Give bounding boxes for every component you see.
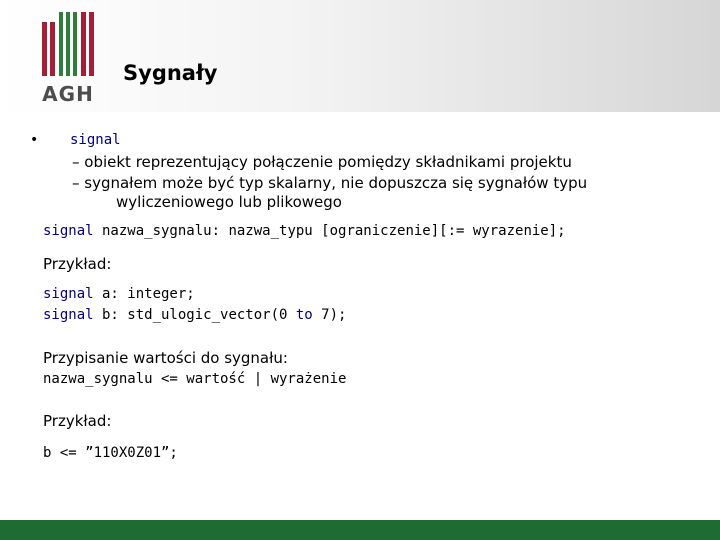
keyword: signal: [43, 307, 94, 323]
keyword: to: [295, 307, 313, 323]
logo-bar: [66, 12, 70, 76]
bullet-subitem: – obiekt reprezentujący połączenie pomię…: [72, 153, 572, 171]
bullet-label: signal: [70, 132, 121, 148]
assignment-syntax: nazwa_sygnalu <= wartość | wyrażenie: [43, 371, 347, 387]
keyword: signal: [43, 223, 94, 239]
example-heading: Przykład:: [43, 255, 112, 273]
code-line: signal a: integer;: [43, 286, 195, 302]
keyword: signal: [43, 286, 94, 302]
syntax-rest: nazwa_sygnalu: nazwa_typu [ograniczenie]…: [93, 223, 566, 239]
footer-bar: [0, 520, 720, 540]
signal-syntax: signal nazwa_sygnalu: nazwa_typu [ograni…: [43, 223, 566, 239]
slide-title: Sygnały: [123, 61, 218, 85]
logo-text: AGH: [42, 82, 94, 106]
header-band: [0, 0, 720, 112]
logo-bar: [73, 12, 77, 76]
logo-bar: [81, 12, 86, 76]
code-rest: a: integer;: [93, 286, 195, 302]
code-rest: 7);: [312, 307, 347, 323]
bullet-subitem: wyliczeniowego lub plikowego: [116, 193, 342, 211]
logo-bar: [50, 22, 55, 76]
bullet-symbol: •: [30, 132, 39, 148]
code-rest: b: std_ulogic_vector(0: [93, 307, 296, 323]
code-line: signal b: std_ulogic_vector(0 to 7);: [43, 307, 346, 323]
logo-bar: [42, 22, 47, 76]
logo-bar: [89, 12, 94, 76]
bullet-subitem: – sygnałem może być typ skalarny, nie do…: [72, 174, 588, 192]
code-line: b <= ”110X0Z01”;: [43, 445, 178, 461]
assignment-heading: Przypisanie wartości do sygnału:: [43, 349, 288, 367]
example-heading: Przykład:: [43, 412, 112, 430]
logo-bar: [59, 12, 63, 76]
agh-logo: AGH: [40, 12, 96, 106]
